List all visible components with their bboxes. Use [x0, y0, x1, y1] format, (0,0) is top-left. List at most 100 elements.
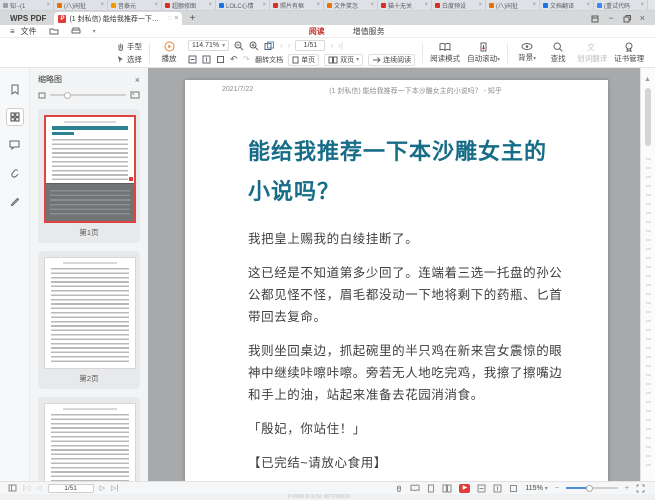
select-tool-button[interactable]: 选择: [116, 54, 142, 65]
tab-close-icon[interactable]: ×: [208, 2, 212, 8]
tab-close-icon[interactable]: ×: [370, 2, 374, 8]
tab-close-icon[interactable]: ×: [640, 2, 644, 8]
scroll-up-icon[interactable]: ▲: [644, 76, 651, 83]
scrollbar-thumb[interactable]: [645, 88, 651, 146]
status-hand-icon[interactable]: [395, 484, 403, 493]
tab-close-icon[interactable]: ×: [46, 2, 50, 8]
last-page-button[interactable]: ▷|: [111, 484, 118, 492]
thumbnails-icon[interactable]: [6, 108, 24, 126]
prev-page-button[interactable]: ◁: [36, 484, 41, 492]
status-play-button[interactable]: ▶: [459, 484, 470, 493]
bookmark-icon[interactable]: [6, 80, 24, 98]
fit-width-icon[interactable]: [188, 55, 197, 64]
flip-doc-button[interactable]: 翻转文档: [255, 55, 283, 65]
page-number-input[interactable]: 1/51: [295, 40, 325, 51]
rotate-right-icon[interactable]: ↷: [243, 55, 251, 64]
zoom-out-button[interactable]: −: [555, 485, 559, 492]
fit-page-icon[interactable]: [202, 55, 211, 64]
browser-tab[interactable]: 超额修图×: [162, 0, 216, 10]
thumbnail-card-1[interactable]: 第1页: [38, 109, 140, 243]
signature-icon[interactable]: [6, 192, 24, 210]
panel-close-icon[interactable]: ×: [135, 75, 140, 85]
tab-close-icon[interactable]: ×: [424, 2, 428, 8]
history-forward-icon[interactable]: ›: [288, 41, 291, 50]
close-icon[interactable]: ×: [640, 14, 645, 23]
zoom-out-icon[interactable]: [234, 41, 244, 51]
actual-size-icon[interactable]: [216, 55, 225, 64]
hand-tool-button[interactable]: 手型: [116, 41, 142, 52]
history-back-icon[interactable]: ‹: [280, 41, 283, 50]
status-reading-mode-icon[interactable]: [410, 484, 420, 492]
chevron-down-icon[interactable]: ▾: [93, 28, 96, 35]
certificate-button[interactable]: 证书管理: [614, 42, 644, 64]
tab-close-icon[interactable]: ×: [262, 2, 266, 8]
open-file-icon[interactable]: [49, 27, 59, 35]
page-3-thumbnail[interactable]: [44, 403, 136, 481]
tab-close-icon[interactable]: ×: [174, 15, 178, 22]
page-1-thumbnail[interactable]: [44, 115, 136, 223]
first-page-button[interactable]: |◁: [23, 484, 30, 492]
zoom-level-select[interactable]: 114.71%▾: [188, 40, 229, 51]
browser-tab[interactable]: 文档翻译×: [540, 0, 594, 10]
page-2-thumbnail[interactable]: [44, 257, 136, 369]
status-double-page-icon[interactable]: [442, 484, 452, 493]
double-page-button[interactable]: 双页▾: [324, 54, 363, 66]
tab-close-icon[interactable]: ×: [532, 2, 536, 8]
browser-tab[interactable]: 知·-(1×: [0, 0, 54, 10]
tab-pin-icon[interactable]: ◌: [167, 15, 171, 22]
panel-toggle-icon[interactable]: [8, 484, 17, 492]
browser-tab[interactable]: LOLC心情×: [216, 0, 270, 10]
browser-tab[interactable]: 猫十无关×: [378, 0, 432, 10]
browser-tab[interactable]: 文件笑怎×: [324, 0, 378, 10]
attachment-icon[interactable]: [6, 164, 24, 182]
fit-page-status-icon[interactable]: [493, 484, 502, 493]
next-page-button[interactable]: ▷: [100, 484, 105, 492]
actual-size-status-icon[interactable]: [509, 484, 518, 493]
hamburger-icon[interactable]: ≡: [10, 27, 15, 36]
play-button[interactable]: 播放: [157, 41, 181, 64]
find-button[interactable]: 查找: [546, 42, 570, 64]
document-tab[interactable]: P (1 封私信) 能给我推荐一下… ◌ ×: [54, 12, 182, 25]
browser-tab[interactable]: (重试代码×: [594, 0, 648, 10]
layout-icon[interactable]: [591, 15, 599, 23]
thumbnail-card-3[interactable]: [38, 397, 140, 481]
reading-mode-button[interactable]: 阅读模式: [430, 42, 460, 64]
status-single-page-icon[interactable]: [427, 484, 435, 493]
continuous-read-button[interactable]: 连续阅读: [368, 54, 415, 66]
last-page-icon[interactable]: ›|: [338, 41, 343, 50]
next-page-icon[interactable]: ›: [330, 41, 333, 50]
rotate-left-icon[interactable]: ↶: [230, 55, 238, 64]
browser-tab[interactable]: 白度预设×: [432, 0, 486, 10]
fit-width-status-icon[interactable]: [477, 484, 486, 493]
single-page-button[interactable]: 单页: [288, 54, 319, 66]
tab-close-icon[interactable]: ×: [100, 2, 104, 8]
new-tab-button[interactable]: +: [182, 13, 202, 25]
page-nav-input[interactable]: 1/51: [48, 484, 94, 493]
file-menu[interactable]: 文件: [21, 26, 37, 37]
tab-close-icon[interactable]: ×: [154, 2, 158, 8]
minimize-icon[interactable]: −: [608, 14, 613, 23]
tab-read[interactable]: 阅读: [308, 24, 326, 39]
thumbnail-card-2[interactable]: 第2页: [38, 251, 140, 389]
restore-icon[interactable]: [623, 15, 631, 23]
extract-page-icon[interactable]: [264, 41, 275, 51]
browser-tab[interactable]: (八)闲扯×: [486, 0, 540, 10]
print-icon[interactable]: [71, 27, 81, 35]
zoom-in-button[interactable]: +: [625, 485, 629, 492]
auto-scroll-button[interactable]: 自动滚动▾: [467, 42, 500, 64]
tab-close-icon[interactable]: ×: [586, 2, 590, 8]
vertical-scrollbar[interactable]: ▲: [640, 68, 655, 481]
tab-close-icon[interactable]: ×: [478, 2, 482, 8]
background-button[interactable]: 背景▾: [515, 42, 539, 63]
thumbnail-size-slider[interactable]: [30, 89, 148, 105]
browser-tab[interactable]: 音泰元×: [108, 0, 162, 10]
browser-tab[interactable]: (八)闲扯×: [54, 0, 108, 10]
status-zoom-level[interactable]: 115%▾: [525, 485, 547, 492]
zoom-slider[interactable]: [566, 487, 618, 489]
fullscreen-icon[interactable]: [636, 484, 645, 493]
zoom-in-icon[interactable]: [249, 41, 259, 51]
wps-app-label[interactable]: WPS PDF: [0, 14, 54, 25]
tab-services[interactable]: 增值服务: [352, 24, 386, 39]
browser-tab[interactable]: 照片有框×: [270, 0, 324, 10]
tab-close-icon[interactable]: ×: [316, 2, 320, 8]
